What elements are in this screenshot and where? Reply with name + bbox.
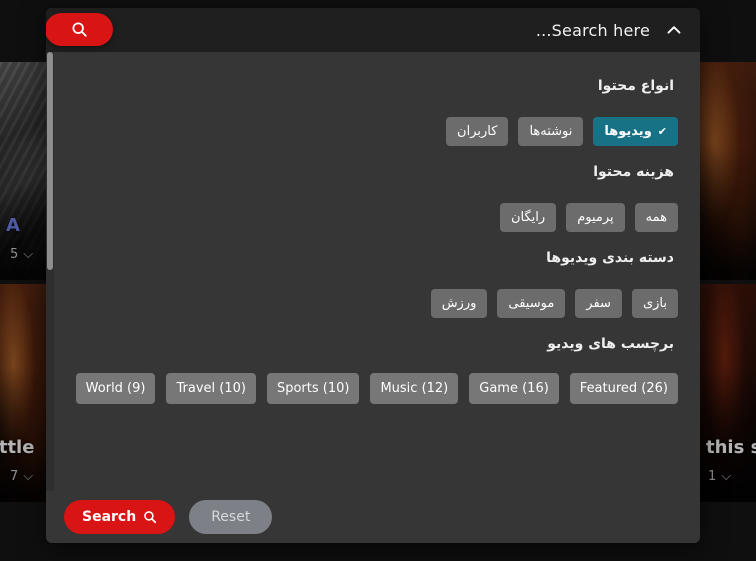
panel-body: انواع محتوا ✔ ویدیوها نوشته‌ها کاربران ه…: [54, 52, 700, 491]
card-meta: 5 ⌵: [10, 247, 33, 262]
search-button-label: Search: [82, 509, 137, 525]
comment-icon: ⌵: [721, 469, 732, 484]
chip-label: Travel (10): [176, 381, 246, 396]
chip-row: Featured (26) Game (16) Music (12) Sport…: [68, 355, 678, 404]
chip-tag-sports[interactable]: Sports (10): [266, 373, 360, 404]
chip-label: بازی: [642, 296, 667, 311]
chip-category-travel[interactable]: سفر: [575, 289, 622, 318]
search-icon: [144, 511, 157, 524]
background-column-right: this s 1 ⌵: [698, 0, 756, 561]
chip-tag-travel[interactable]: Travel (10): [166, 373, 256, 404]
chip-cost-free[interactable]: رایگان: [500, 203, 557, 232]
search-icon-button[interactable]: [46, 13, 113, 46]
card-gradient-overlay: [698, 144, 756, 280]
card-comment-count: 5: [10, 247, 19, 262]
chip-label: پرمیوم: [577, 210, 614, 225]
group-title: انواع محتوا: [597, 78, 674, 94]
chip-label: Music (12): [380, 381, 449, 396]
search-toggle-label: ...Search here: [535, 20, 650, 40]
chip-category-sports[interactable]: ورزش: [430, 289, 488, 318]
chip-cost-premium[interactable]: پرمیوم: [566, 203, 625, 232]
chip-category-game[interactable]: بازی: [631, 289, 678, 318]
filter-group-video-tags: برچسب های ویدیو Featured (26) Game (16) …: [68, 322, 678, 404]
chip-content-type-posts[interactable]: نوشته‌ها: [518, 117, 584, 146]
card-comment-count: 7: [10, 469, 19, 484]
page-root: A 5 ⌵ s Battle 7 ⌵ this s 1: [0, 0, 756, 561]
background-column-left: A 5 ⌵ s Battle 7 ⌵: [0, 0, 48, 561]
chevron-up-icon[interactable]: [664, 20, 684, 40]
reset-button-label: Reset: [211, 509, 251, 525]
background-card[interactable]: s Battle 7 ⌵: [0, 284, 48, 502]
chip-row: ✔ ویدیوها نوشته‌ها کاربران: [68, 97, 678, 146]
chip-label: موسیقی: [508, 296, 555, 311]
filter-group-content-types: انواع محتوا ✔ ویدیوها نوشته‌ها کاربران: [68, 64, 678, 146]
chip-tag-game[interactable]: Game (16): [469, 373, 559, 404]
chip-tag-world[interactable]: World (9): [75, 373, 156, 404]
panel-footer: Search Reset: [46, 491, 700, 543]
chip-label: سفر: [586, 296, 611, 311]
check-icon: ✔: [657, 125, 667, 138]
chip-label: Sports (10): [276, 381, 350, 396]
card-meta: 1 ⌵: [708, 469, 731, 484]
chip-content-type-videos[interactable]: ✔ ویدیوها: [593, 117, 678, 146]
chip-row: همه پرمیوم رایگان: [68, 183, 678, 232]
chip-label: کاربران: [457, 124, 498, 139]
card-title: A: [6, 215, 20, 236]
card-comment-count: 1: [708, 469, 717, 484]
chip-label: World (9): [85, 381, 146, 396]
search-icon: [71, 22, 87, 37]
chip-tag-music[interactable]: Music (12): [370, 373, 459, 404]
group-title: دسته بندی ویدیوها: [546, 250, 674, 266]
card-title: s Battle: [0, 437, 35, 458]
chip-row: بازی سفر موسیقی ورزش: [68, 269, 678, 318]
chip-label: نوشته‌ها: [529, 124, 573, 139]
chip-content-type-users[interactable]: کاربران: [446, 117, 509, 146]
panel-header: ...Search here: [46, 8, 700, 52]
background-card[interactable]: this s 1 ⌵: [698, 284, 756, 502]
chip-cost-all[interactable]: همه: [634, 203, 678, 232]
comment-icon: ⌵: [23, 247, 34, 262]
search-filter-panel: ...Search here انواع محتوا ✔ ویدیوها نوش…: [46, 8, 700, 543]
panel-scrollbar-thumb[interactable]: [47, 52, 53, 270]
group-title: هزینه محتوا: [593, 164, 674, 180]
background-card[interactable]: A 5 ⌵: [0, 62, 48, 280]
chip-label: رایگان: [511, 210, 546, 225]
group-title: برچسب های ویدیو: [547, 336, 674, 352]
chip-label: Game (16): [479, 381, 549, 396]
chip-label: ویدیوها: [604, 124, 652, 139]
search-submit-button[interactable]: Search: [64, 500, 176, 534]
card-meta: 7 ⌵: [10, 469, 33, 484]
chip-label: Featured (26): [579, 381, 668, 396]
filter-group-video-categories: دسته بندی ویدیوها بازی سفر موسیقی ورزش: [68, 236, 678, 318]
background-card[interactable]: [698, 62, 756, 280]
panel-scrollbar[interactable]: [46, 52, 54, 491]
chip-label: همه: [645, 210, 667, 225]
comment-icon: ⌵: [23, 469, 34, 484]
chip-label: ورزش: [441, 296, 477, 311]
filter-group-content-cost: هزینه محتوا همه پرمیوم رایگان: [68, 150, 678, 232]
card-title: this s: [706, 437, 756, 458]
chip-tag-featured[interactable]: Featured (26): [569, 373, 678, 404]
reset-button[interactable]: Reset: [189, 500, 273, 534]
chip-category-music[interactable]: موسیقی: [497, 289, 566, 318]
